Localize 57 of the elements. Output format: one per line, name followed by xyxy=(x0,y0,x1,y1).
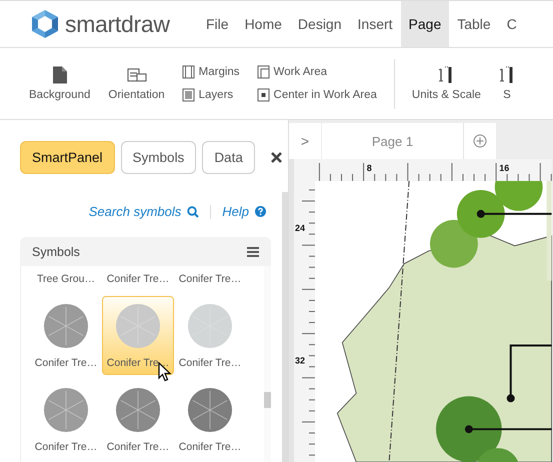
tree-symbol-icon xyxy=(186,387,234,433)
ribbon-button[interactable]: Background xyxy=(20,66,100,101)
ribbon-button[interactable]: Work Area xyxy=(256,65,377,79)
scrollbar-thumb[interactable] xyxy=(264,392,271,408)
margins-icon xyxy=(182,65,195,79)
symbol-item[interactable]: Tree Grou… xyxy=(30,266,102,291)
ruler-icon xyxy=(438,66,454,84)
menu-icon[interactable] xyxy=(247,246,259,256)
ribbon-button[interactable]: Orientation xyxy=(99,66,174,101)
ribbon-button[interactable]: S xyxy=(490,66,524,101)
ribbon-button[interactable]: Center in Work Area xyxy=(256,88,377,102)
panel-toggle[interactable]: > xyxy=(289,123,322,159)
symbol-item[interactable]: Conifer Tre… xyxy=(102,296,174,375)
tree-symbol-icon xyxy=(114,303,162,349)
center-icon xyxy=(256,88,270,102)
menu-tab[interactable]: Insert xyxy=(350,1,401,47)
menu-tab[interactable]: Design xyxy=(290,1,350,47)
symbol-item[interactable]: Conifer Tre… xyxy=(102,266,174,291)
vertical-ruler: 24 32 xyxy=(294,180,315,462)
tree-symbol-icon xyxy=(114,387,162,433)
symbol-item[interactable]: Conifer Tre… xyxy=(174,266,246,291)
ribbon-button[interactable]: Units & Scale xyxy=(402,66,490,101)
panel-tab[interactable]: Symbols xyxy=(120,141,196,174)
search-icon[interactable] xyxy=(187,206,200,218)
ribbon-button[interactable]: Margins xyxy=(182,65,240,79)
work-area-icon xyxy=(182,88,195,102)
ruler-corner xyxy=(294,159,315,181)
menu-tab[interactable]: Table xyxy=(449,1,499,47)
logo-icon xyxy=(30,9,60,39)
symbol-item[interactable]: Conifer Tre… xyxy=(102,380,174,459)
menu-tab[interactable]: C xyxy=(498,1,525,47)
layers-icon xyxy=(256,65,270,79)
tree-symbol-icon xyxy=(42,303,90,349)
menu-tab[interactable]: File xyxy=(198,1,237,47)
help-icon[interactable] xyxy=(255,206,266,217)
menu-tab[interactable]: Home xyxy=(236,1,290,47)
logo-text: smartdraw xyxy=(65,10,170,38)
ruler-icon xyxy=(498,66,515,84)
section-title: Symbols xyxy=(32,244,80,258)
panel-tab[interactable]: SmartPanel xyxy=(20,141,115,174)
horizontal-ruler: 8 16 xyxy=(315,159,552,181)
panel-tab[interactable]: Data xyxy=(202,141,255,174)
symbol-item[interactable]: Conifer Tre… xyxy=(30,296,102,375)
orientation-icon xyxy=(126,66,146,84)
page-icon xyxy=(52,66,67,84)
page-tab[interactable]: Page 1 xyxy=(322,123,464,159)
symbol-item[interactable]: Conifer Tre… xyxy=(30,380,102,459)
tree-symbol-icon xyxy=(42,387,90,433)
symbol-item[interactable]: Conifer Tre… xyxy=(174,296,246,375)
close-icon[interactable] xyxy=(270,152,282,163)
tree-symbol-icon xyxy=(186,303,234,349)
menu-tab[interactable]: Page xyxy=(400,1,450,47)
add-page-icon[interactable] xyxy=(473,134,487,148)
help-link[interactable]: Help xyxy=(222,204,249,219)
ribbon-button[interactable]: Layers xyxy=(182,88,240,102)
search-symbols-link[interactable]: Search symbols xyxy=(88,204,182,219)
symbol-item[interactable]: Conifer Tre… xyxy=(174,380,246,459)
